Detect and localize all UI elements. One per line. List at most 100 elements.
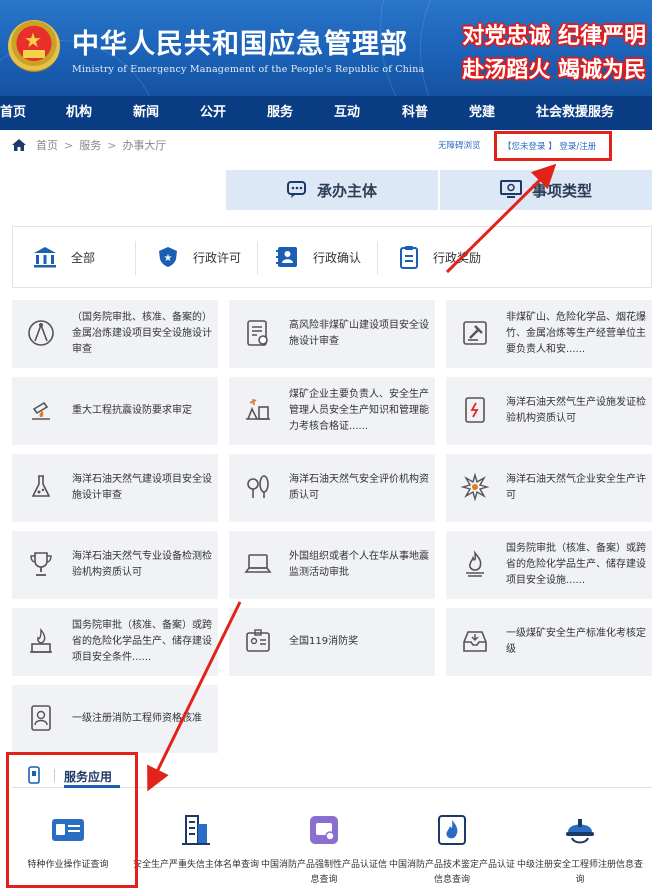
login-highlight-box: 【您未登录 】 登录/注册 (494, 131, 612, 161)
service-app-label: 安全生产严重失信主体名单查询 (132, 860, 259, 870)
national-emblem-icon[interactable]: ★ (8, 20, 60, 72)
service-app-dishonesty-list[interactable]: 安全生产严重失信主体名单查询 (132, 800, 260, 894)
engineer-certificate-icon (31, 705, 51, 731)
lab-burner-icon (32, 401, 50, 420)
tab-subject-label: 承办主体 (316, 181, 377, 200)
contact-card-icon (276, 247, 297, 267)
nav-item-organization[interactable]: 机构 (66, 96, 92, 130)
service-card[interactable]: 煤矿企业主要负责人、安全生产管理人员安全生产知识和管理能力考核合格证...... (229, 377, 435, 445)
service-card[interactable]: 国务院审批（核准、备案）或跨省的危险化学品生产、储存建设项目安全设施...... (446, 531, 652, 599)
nav-item-services[interactable]: 服务 (267, 96, 293, 130)
service-card-title: 非煤矿山、危险化学品、烟花爆竹、金属冶炼等生产经营单位主要负责人和安...... (506, 312, 646, 355)
trophy-icon (30, 552, 52, 576)
service-app-label: 中级注册安全工程师注册信息查询 (516, 860, 643, 885)
accessibility-link[interactable]: 无障碍浏览 (438, 139, 481, 151)
service-card-title: 海洋石油天然气建设项目安全设施设计审查 (72, 474, 212, 501)
breadcrumb: 首页 > 服务 > 办事大厅 (12, 136, 166, 154)
breadcrumb-separator: > (107, 138, 117, 152)
filter-administrative-confirmation[interactable]: 行政确认 (275, 227, 361, 287)
site-title[interactable]: 中华人民共和国应急管理部 (72, 22, 408, 61)
service-app-label: 中国消防产品强制性产品认证信息查询 (260, 860, 387, 885)
safety-helmet-icon (566, 819, 594, 844)
home-icon[interactable] (12, 139, 26, 151)
service-card[interactable]: 重大工程抗震设防要求审定 (12, 377, 218, 445)
divider (257, 241, 258, 275)
service-app-fire-product-mandatory-cert[interactable]: 中国消防产品强制性产品认证信息查询 (260, 800, 388, 894)
filter-administrative-license-label: 行政许可 (193, 250, 242, 265)
slogan-line-2: 赴汤蹈火 竭诚为民 (462, 57, 646, 83)
service-card-title: 海洋石油天然气企业安全生产许可 (506, 474, 646, 501)
service-card[interactable]: 一级注册消防工程师资格核准 (12, 685, 218, 753)
nav-item-rescue-services[interactable]: 社会救援服务 (536, 96, 614, 130)
nav-item-party[interactable]: 党建 (469, 96, 495, 130)
breadcrumb-home[interactable]: 首页 (36, 137, 58, 153)
tab-item-type[interactable]: 事项类型 (440, 170, 652, 210)
filter-administrative-reward-label: 行政奖励 (433, 250, 482, 265)
service-card[interactable]: 一级煤矿安全生产标准化考核定级 (446, 608, 652, 676)
compass-drawing-icon (28, 320, 54, 346)
service-app-safety-engineer-registration[interactable]: 中级注册安全工程师注册信息查询 (516, 800, 644, 894)
category-tabs: 承办主体 事项类型 (226, 170, 652, 210)
service-card-title: 一级煤矿安全生产标准化考核定级 (506, 628, 646, 655)
service-card-title: 全国119消防奖 (289, 636, 359, 647)
hazard-fire-icon (466, 550, 484, 577)
filter-all-label: 全部 (71, 250, 96, 265)
nav-item-news[interactable]: 新闻 (133, 96, 159, 130)
service-card-title: 海洋石油天然气安全评价机构资质认可 (289, 474, 429, 501)
service-card[interactable]: 海洋石油天然气建设项目安全设施设计审查 (12, 454, 218, 522)
service-card[interactable]: 全国119消防奖 (229, 608, 435, 676)
breadcrumb-services[interactable]: 服务 (79, 137, 101, 153)
login-register-link[interactable]: 【您未登录 】 登录/注册 (503, 140, 596, 152)
clipboard-icon (400, 246, 418, 269)
gavel-icon (463, 321, 487, 345)
site-header: ★ 中华人民共和国应急管理部 Ministry of Emergency Man… (0, 0, 652, 96)
inbox-download-icon (463, 631, 487, 652)
tree-icon (247, 475, 269, 498)
annotation-highlight-box (6, 752, 138, 888)
service-card-title: 海洋石油天然气专业设备检测检验机构资质认可 (72, 551, 212, 578)
breadcrumb-current: 办事大厅 (122, 139, 167, 152)
service-card[interactable]: 海洋石油天然气企业安全生产许可 (446, 454, 652, 522)
slogan-line-1: 对党忠诚 纪律严明 (462, 23, 646, 49)
chat-bubble-icon (286, 181, 306, 198)
tab-item-type-label: 事项类型 (531, 181, 592, 200)
nav-item-home[interactable]: 首页 (0, 96, 26, 130)
certificate-icon (247, 320, 268, 346)
service-card[interactable]: 海洋石油天然气专业设备检测检验机构资质认可 (12, 531, 218, 599)
svg-text:★: ★ (164, 253, 173, 264)
service-card-title: 煤矿企业主要负责人、安全生产管理人员安全生产知识和管理能力考核合格证...... (289, 389, 429, 432)
main-nav: 首页 机构 新闻 公开 服务 互动 科普 党建 社会救援服务 (0, 96, 652, 130)
filter-all[interactable]: 全部 (33, 227, 95, 287)
divider (135, 241, 136, 275)
explosion-icon (460, 472, 490, 502)
service-card-title: 外国组织或者个人在华从事地震监测活动审批 (289, 551, 429, 578)
nav-item-public[interactable]: 公开 (200, 96, 226, 130)
service-card[interactable]: 非煤矿山、危险化学品、烟花爆竹、金属冶炼等生产经营单位主要负责人和安...... (446, 300, 652, 368)
laptop-icon (244, 554, 272, 573)
site-title-english: Ministry of Emergency Management of the … (72, 64, 425, 75)
service-card-title: 国务院审批（核准、备案）或跨省的危险化学品生产、储存建设项目安全条件...... (72, 620, 212, 663)
id-badge-icon (246, 629, 270, 652)
police-badge-icon: ★ (159, 247, 177, 267)
service-card[interactable]: 高风险非煤矿山建设项目安全设施设计审查 (229, 300, 435, 368)
nav-item-science[interactable]: 科普 (402, 96, 428, 130)
filter-administrative-confirmation-label: 行政确认 (313, 250, 362, 265)
page: ★ 中华人民共和国应急管理部 Ministry of Emergency Man… (0, 0, 652, 894)
service-app-fire-product-tech-appraisal[interactable]: 中国消防产品技术鉴定产品认证信息查询 (388, 800, 516, 894)
service-card[interactable]: 海洋石油天然气生产设施发证检验机构资质认可 (446, 377, 652, 445)
tab-subject[interactable]: 承办主体 (226, 170, 438, 210)
monitor-icon (499, 180, 522, 198)
filter-administrative-reward[interactable]: 行政奖励 (399, 227, 481, 287)
service-card[interactable]: （国务院审批、核准、备案的）金属冶炼建设项目安全设施设计审查 (12, 300, 218, 368)
service-card-title: 海洋石油天然气生产设施发证检验机构资质认可 (506, 397, 646, 424)
service-card-title: 重大工程抗震设防要求审定 (72, 405, 192, 416)
nav-item-interaction[interactable]: 互动 (334, 96, 360, 130)
service-app-label: 中国消防产品技术鉴定产品认证信息查询 (388, 860, 515, 885)
service-card[interactable]: 外国组织或者个人在华从事地震监测活动审批 (229, 531, 435, 599)
filter-administrative-license[interactable]: ★ 行政许可 (157, 227, 241, 287)
service-card[interactable]: 海洋石油天然气安全评价机构资质认可 (229, 454, 435, 522)
service-card-title: 高风险非煤矿山建设项目安全设施设计审查 (289, 320, 429, 347)
service-card[interactable]: 国务院审批（核准、备案）或跨省的危险化学品生产、储存建设项目安全条件...... (12, 608, 218, 676)
flame-shield-icon (438, 815, 466, 845)
mining-icon (246, 398, 270, 420)
